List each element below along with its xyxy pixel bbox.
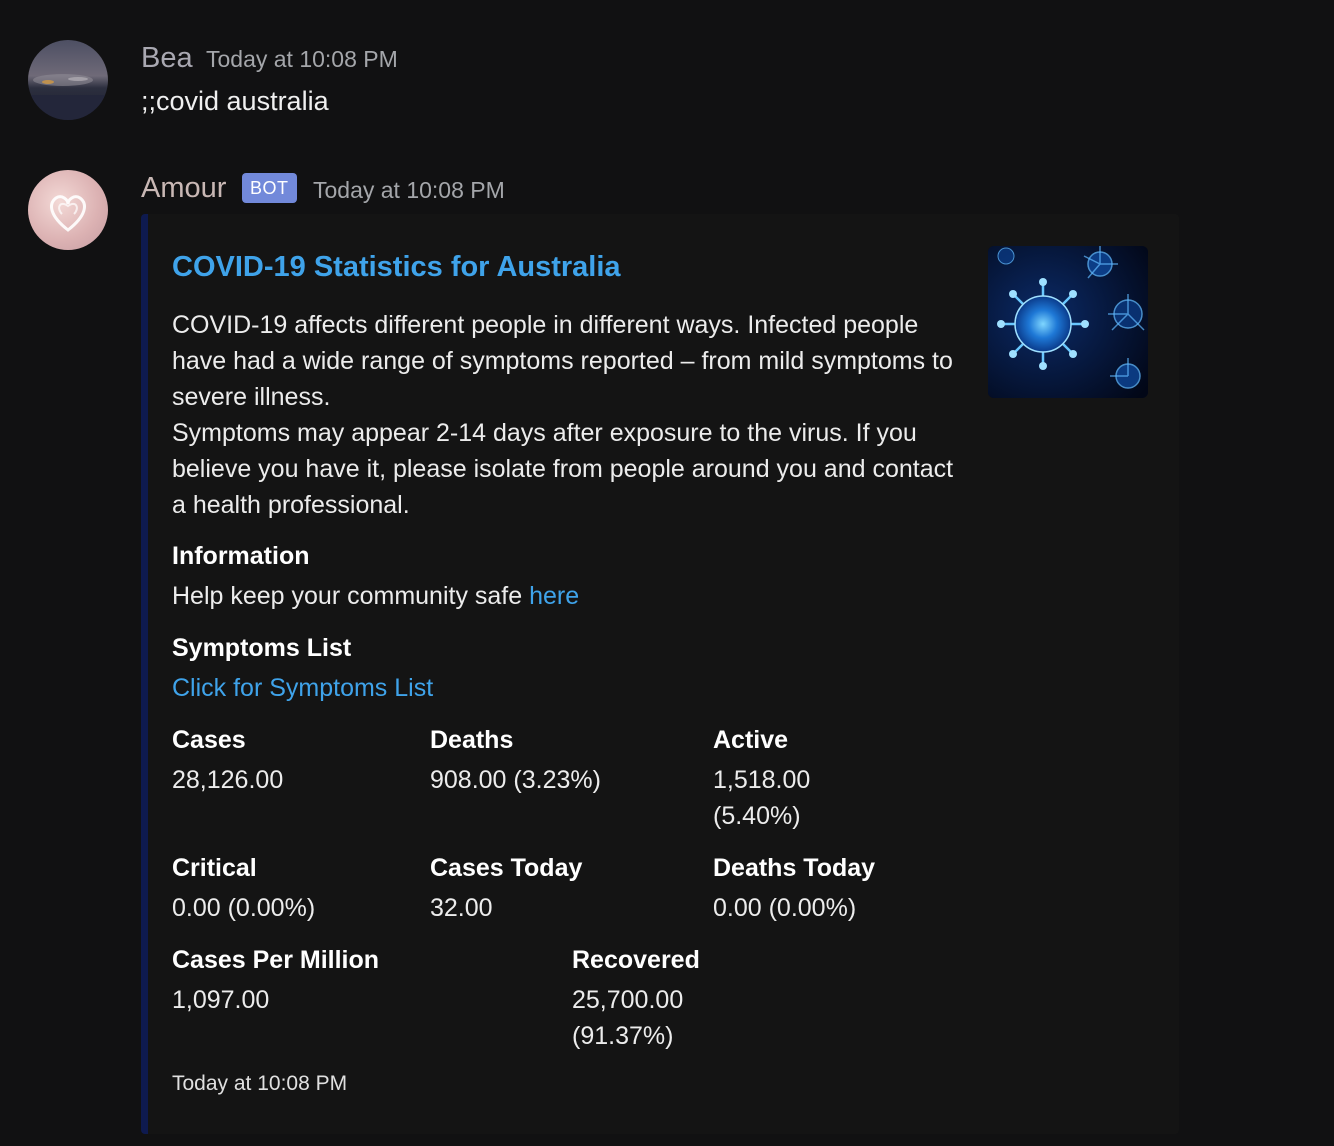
avatar-amour-image (28, 170, 108, 250)
field-name-recovered: Recovered (572, 946, 700, 974)
field-name-critical: Critical (172, 854, 257, 882)
author-name[interactable]: Amour (141, 170, 226, 206)
field-name-deaths-today: Deaths Today (713, 854, 876, 882)
here-link[interactable]: here (529, 582, 579, 610)
virus-thumbnail-graphic (988, 246, 1148, 398)
field-name-information: Information (172, 542, 310, 570)
covid-embed: COVID-19 Statistics for Australia COVID-… (141, 214, 1179, 1134)
avatar-bea-image (28, 40, 108, 120)
field-name-cases-today: Cases Today (430, 854, 583, 882)
field-value-deaths: 908.00 (3.23%) (430, 766, 601, 794)
embed-description-paragraph: Symptoms may appear 2-14 days after expo… (172, 419, 954, 519)
chat-view: Bea Today at 10:08 PM ;;covid australia … (0, 0, 1334, 1146)
virus-image[interactable] (988, 246, 1148, 398)
field-value-cases: 28,126.00 (172, 766, 284, 794)
field-name-cases-per-million: Cases Per Million (172, 946, 380, 974)
message-timestamp: Today at 10:08 PM (206, 46, 398, 72)
field-value-information: Help keep your community safe here (172, 578, 579, 614)
message-timestamp: Today at 10:08 PM (313, 177, 505, 203)
field-value-cases-today: 32.00 (430, 894, 493, 922)
field-value-deaths-today: 0.00 (0.00%) (713, 894, 857, 922)
embed-title[interactable]: COVID-19 Statistics for Australia (172, 248, 621, 286)
embed-description-paragraph: COVID-19 affects different people in dif… (172, 311, 953, 411)
author-name[interactable]: Bea (141, 40, 193, 76)
embed-footer-timestamp: Today at 10:08 PM (172, 1072, 348, 1095)
bot-badge: BOT (242, 173, 297, 203)
field-value-active: 1,518.00 (5.40%) (713, 766, 811, 830)
field-value-critical: 0.00 (0.00%) (172, 894, 316, 922)
avatar-amour[interactable] (28, 170, 108, 250)
symptoms-list-link[interactable]: Click for Symptoms List (172, 670, 433, 706)
field-value-recovered: 25,700.00 (91.37%) (572, 986, 684, 1050)
field-value-cases-per-million: 1,097.00 (172, 986, 270, 1014)
information-text: Help keep your community safe (172, 582, 530, 610)
field-name-cases: Cases (172, 726, 246, 754)
avatar-bea[interactable] (28, 40, 108, 120)
field-name-symptoms: Symptoms List (172, 634, 352, 662)
field-name-deaths: Deaths (430, 726, 514, 754)
embed-description: COVID-19 affects different people in dif… (172, 307, 962, 523)
message-content: ;;covid australia (141, 86, 329, 116)
field-name-active: Active (713, 726, 789, 754)
